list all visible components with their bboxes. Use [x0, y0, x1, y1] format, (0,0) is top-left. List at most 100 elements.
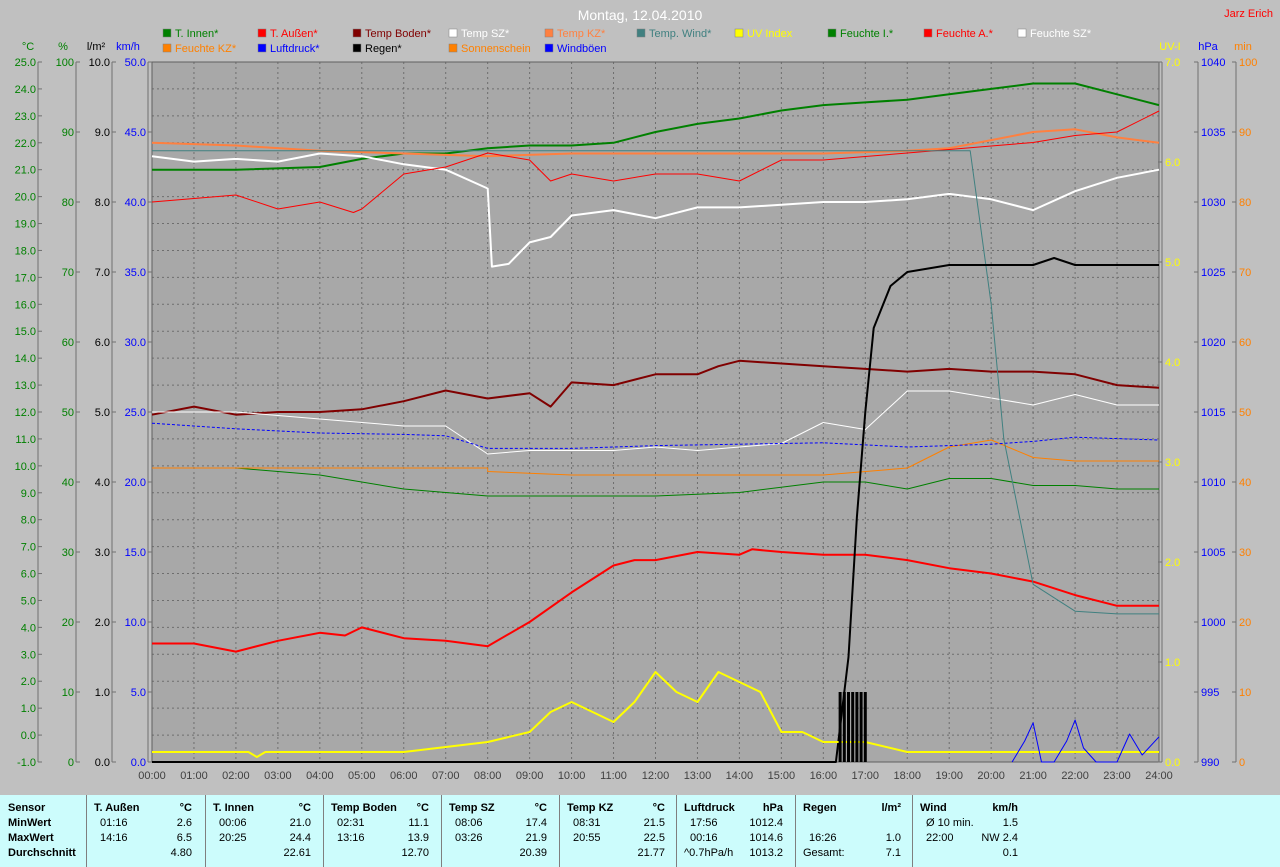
stats-min-value: 1.5 — [1002, 817, 1018, 829]
row-labels: Sensor MinWert MaxWert Durchschnitt — [0, 795, 88, 867]
tick-label-temp: 25.0 — [15, 57, 36, 69]
column-separator — [323, 795, 324, 867]
stats-column-unit: °C — [298, 802, 311, 814]
stats-column-name: Regen — [803, 802, 837, 814]
tick-label-sun: 100 — [1239, 57, 1257, 69]
stats-column: Temp Boden °C 02:31 11.1 13:16 13.9 12.70 — [325, 795, 435, 867]
tick-label-wind: 45.0 — [125, 127, 146, 139]
x-tick-label: 24:00 — [1145, 770, 1173, 782]
stats-avg-value: 12.70 — [401, 847, 429, 859]
tick-label-uv: 2.0 — [1165, 557, 1180, 569]
stats-min-value: 1012.4 — [749, 817, 783, 829]
stats-avg-label: Gesamt: — [803, 847, 845, 859]
tick-label-temp: -1.0 — [17, 757, 36, 769]
stats-max-value: 13.9 — [407, 832, 429, 844]
axis-title-press: hPa — [1198, 41, 1218, 53]
tick-label-press: 1010 — [1201, 477, 1225, 489]
x-tick-label: 12:00 — [642, 770, 670, 782]
stats-column: T. Innen °C 00:06 21.0 20:25 24.4 22.61 — [207, 795, 317, 867]
tick-label-temp: 16.0 — [15, 299, 36, 311]
legend-swatch — [448, 43, 458, 53]
tick-label-temp: 2.0 — [21, 676, 36, 688]
stats-column-name: Temp Boden — [331, 802, 397, 814]
x-tick-label: 01:00 — [180, 770, 208, 782]
stats-max-time: 00:16 — [690, 832, 718, 844]
stats-avg-value: 4.80 — [170, 847, 192, 859]
column-separator — [205, 795, 206, 867]
tick-label-press: 1030 — [1201, 197, 1225, 209]
tick-label-temp: 18.0 — [15, 245, 36, 257]
tick-label-wind: 30.0 — [125, 337, 146, 349]
x-tick-label: 10:00 — [558, 770, 586, 782]
stats-avg-value: 20.39 — [519, 847, 547, 859]
tick-label-wind: 40.0 — [125, 197, 146, 209]
x-tick-label: 14:00 — [726, 770, 754, 782]
stats-min-value: 21.0 — [289, 817, 311, 829]
legend-swatch — [257, 28, 267, 38]
stats-min-time: 08:31 — [573, 817, 601, 829]
tick-label-uv: 0.0 — [1165, 757, 1180, 769]
stats-column-name: Temp SZ — [449, 802, 495, 814]
rain-bar — [851, 692, 855, 762]
tick-label-temp: 0.0 — [21, 730, 36, 742]
stats-column-name: T. Innen — [213, 802, 254, 814]
tick-label-hum: 80 — [62, 197, 74, 209]
tick-label-wind: 0.0 — [131, 757, 146, 769]
x-tick-label: 20:00 — [977, 770, 1005, 782]
tick-label-wind: 50.0 — [125, 57, 146, 69]
tick-label-wind: 25.0 — [125, 407, 146, 419]
tick-label-rain: 8.0 — [95, 197, 110, 209]
x-tick-label: 02:00 — [222, 770, 250, 782]
column-separator — [676, 795, 677, 867]
stats-min-time: Ø 10 min. — [926, 817, 974, 829]
tick-label-sun: 10 — [1239, 687, 1251, 699]
stats-column: Temp KZ °C 08:31 21.5 20:55 22.5 21.77 — [561, 795, 671, 867]
stats-column-unit: °C — [179, 802, 192, 814]
tick-label-sun: 60 — [1239, 337, 1251, 349]
tick-label-press: 1035 — [1201, 127, 1225, 139]
axis-title-temp: °C — [22, 41, 34, 53]
legend-swatch — [544, 43, 554, 53]
stats-column: T. Außen °C 01:16 2.6 14:16 6.5 4.80 — [88, 795, 198, 867]
legend-swatch — [352, 43, 362, 53]
tick-label-uv: 6.0 — [1165, 157, 1180, 169]
legend-label: T. Außen* — [270, 28, 318, 40]
rain-bar — [863, 692, 867, 762]
legend-swatch — [636, 28, 646, 38]
x-tick-label: 18:00 — [893, 770, 921, 782]
stats-max-time: 16:26 — [809, 832, 837, 844]
tick-label-sun: 30 — [1239, 547, 1251, 559]
legend-label: Temp KZ* — [557, 28, 606, 40]
x-tick-label: 19:00 — [935, 770, 963, 782]
tick-label-uv: 7.0 — [1165, 57, 1180, 69]
tick-label-sun: 80 — [1239, 197, 1251, 209]
stats-min-time: 08:06 — [455, 817, 483, 829]
tick-label-hum: 40 — [62, 477, 74, 489]
axis-title-sun: min — [1234, 41, 1252, 53]
tick-label-hum: 20 — [62, 617, 74, 629]
x-tick-label: 21:00 — [1019, 770, 1047, 782]
stats-column-unit: °C — [652, 802, 665, 814]
tick-label-temp: 15.0 — [15, 326, 36, 338]
tick-label-temp: 1.0 — [21, 703, 36, 715]
tick-label-sun: 70 — [1239, 267, 1251, 279]
column-separator — [912, 795, 913, 867]
legend-label: Luftdruck* — [270, 43, 320, 55]
legend-swatch — [544, 28, 554, 38]
stats-avg-label: ^0.7hPa/h — [684, 847, 734, 859]
tick-label-sun: 90 — [1239, 127, 1251, 139]
legend-swatch — [734, 28, 744, 38]
legend-swatch — [352, 28, 362, 38]
tick-label-rain: 1.0 — [95, 687, 110, 699]
weather-chart: °C -1.0 0.0 1.0 2.0 3.0 4.0 5.0 6.0 7.0 8.0 9.0 10.0… — [15, 7, 1273, 782]
stats-max-value: NW 2.4 — [981, 832, 1018, 844]
column-separator — [86, 795, 87, 867]
legend-swatch — [162, 28, 172, 38]
stats-max-time: 20:25 — [219, 832, 247, 844]
tick-label-temp: 21.0 — [15, 165, 36, 177]
stats-min-value: 11.1 — [408, 817, 429, 829]
stats-column-unit: hPa — [762, 802, 783, 814]
row-label-avg: Durchschnitt — [8, 847, 76, 859]
tick-label-press: 1015 — [1201, 407, 1225, 419]
stats-avg-value: 1013.2 — [749, 847, 783, 859]
